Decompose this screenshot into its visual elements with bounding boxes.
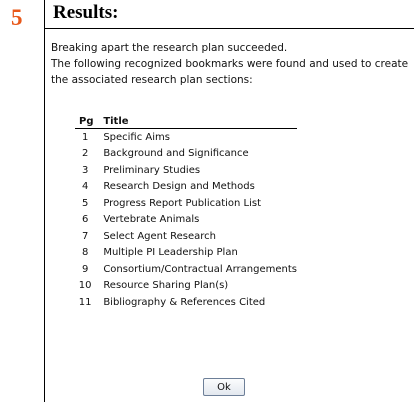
section-title-cell: Background and Significance <box>103 148 249 160</box>
table-row: 7 Select Agent Research <box>75 228 297 245</box>
section-title-cell: Vertebrate Animals <box>103 214 200 226</box>
page-number-cell: 6 <box>81 214 89 226</box>
page-number-cell: 2 <box>81 148 89 160</box>
page: 5 Results: Breaking apart the research p… <box>0 0 414 402</box>
table-row: 9 Consortium/Contractual Arrangements <box>75 261 297 278</box>
section-title-cell: Consortium/Contractual Arrangements <box>103 263 297 275</box>
table-row: 1 Specific Aims <box>75 129 297 146</box>
page-number-cell: 9 <box>81 263 89 275</box>
section-title-cell: Select Agent Research <box>103 230 216 242</box>
section-title-cell: Specific Aims <box>103 131 170 143</box>
column-header-pg: Pg <box>75 114 104 129</box>
results-message: Breaking apart the research plan succeed… <box>51 40 411 88</box>
table-row: 3 Preliminary Studies <box>75 162 297 179</box>
table-row: 10 Resource Sharing Plan(s) <box>75 278 297 295</box>
table-row: 11 Bibliography & References Cited <box>75 294 297 311</box>
step-number: 5 <box>11 5 23 30</box>
table-row: 8 Multiple PI Leadership Plan <box>75 245 297 262</box>
section-title-cell: Progress Report Publication List <box>103 197 262 209</box>
table-header-row: Pg Title <box>75 114 297 129</box>
success-message: Breaking apart the research plan succeed… <box>51 42 288 54</box>
page-number-cell: 8 <box>81 247 89 259</box>
bookmark-table: Pg Title 1 Specific Aims 2 Background an… <box>75 114 297 311</box>
results-panel: Results: Breaking apart the research pla… <box>44 0 414 402</box>
ok-button[interactable]: Ok <box>203 378 245 396</box>
column-header-title: Title <box>103 114 297 129</box>
section-title-cell: Multiple PI Leadership Plan <box>103 247 238 259</box>
page-number-cell: 11 <box>78 296 92 308</box>
table-row: 2 Background and Significance <box>75 146 297 163</box>
panel-title: Results: <box>53 2 119 23</box>
page-number-cell: 3 <box>81 164 89 176</box>
title-divider <box>45 28 414 29</box>
section-title-cell: Resource Sharing Plan(s) <box>103 280 229 292</box>
page-number-cell: 1 <box>81 131 89 143</box>
page-number-cell: 4 <box>81 181 89 193</box>
table-row: 4 Research Design and Methods <box>75 179 297 196</box>
page-number-cell: 7 <box>81 230 89 242</box>
section-title-cell: Bibliography & References Cited <box>103 296 266 308</box>
table-row: 5 Progress Report Publication List <box>75 195 297 212</box>
page-number-cell: 10 <box>78 280 92 292</box>
section-title-cell: Preliminary Studies <box>103 164 201 176</box>
bookmarks-message: The following recognized bookmarks were … <box>51 58 409 86</box>
page-number-cell: 5 <box>81 197 89 209</box>
table-row: 6 Vertebrate Animals <box>75 212 297 229</box>
section-title-cell: Research Design and Methods <box>103 181 255 193</box>
